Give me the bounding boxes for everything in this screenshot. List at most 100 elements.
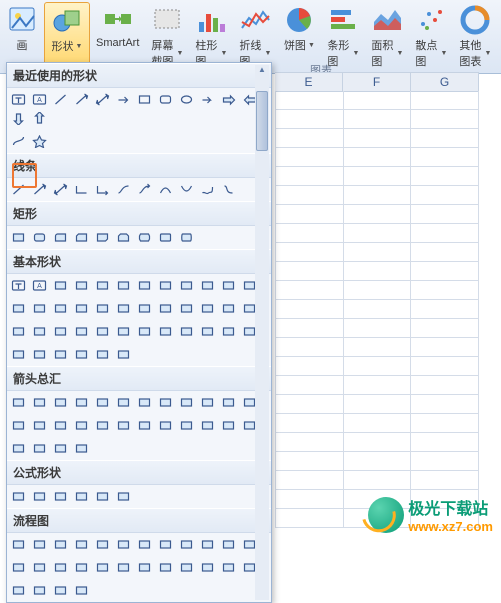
shape-cho[interactable]	[72, 300, 91, 317]
shape-c3[interactable]	[51, 440, 70, 457]
shape-rc[interactable]	[135, 91, 154, 108]
shape-r5[interactable]	[93, 229, 112, 246]
shape-g4[interactable]	[72, 559, 91, 576]
scroll-thumb[interactable]	[256, 91, 268, 151]
shape-cv2[interactable]	[135, 181, 154, 198]
shape-r8[interactable]	[156, 229, 175, 246]
shape-a5[interactable]	[93, 394, 112, 411]
shape-st[interactable]	[30, 133, 49, 150]
shape-g8[interactable]	[156, 559, 175, 576]
shape-l2[interactable]	[30, 181, 49, 198]
shape-tri[interactable]	[51, 277, 70, 294]
shape-h2[interactable]	[30, 582, 49, 599]
shape-br3[interactable]	[51, 346, 70, 363]
ribbon-bar-button[interactable]: 条形图▼	[321, 2, 365, 71]
shape-b3[interactable]	[51, 417, 70, 434]
shape-tB[interactable]: A	[30, 277, 49, 294]
shape-tA[interactable]	[9, 91, 28, 108]
shape-l1[interactable]	[9, 181, 28, 198]
shape-pl[interactable]	[9, 488, 28, 505]
ribbon-screenshot-button[interactable]: 屏幕截图▼	[145, 2, 189, 71]
shape-ov[interactable]	[177, 91, 196, 108]
shape-h4[interactable]	[72, 582, 91, 599]
shape-r2[interactable]	[30, 229, 49, 246]
shape-hx[interactable]	[156, 277, 175, 294]
shape-l3[interactable]	[93, 91, 112, 108]
shape-cl[interactable]	[177, 323, 196, 340]
shape-cd[interactable]	[93, 300, 112, 317]
shape-mi[interactable]	[30, 488, 49, 505]
ribbon-pic-button[interactable]: 画	[0, 2, 44, 71]
shape-cn2[interactable]	[177, 181, 196, 198]
shape-a2[interactable]	[30, 394, 49, 411]
shape-r1[interactable]	[9, 229, 28, 246]
shape-b2[interactable]	[30, 417, 49, 434]
shape-r6[interactable]	[114, 229, 133, 246]
shape-bb1[interactable]	[93, 346, 112, 363]
shape-g10[interactable]	[198, 559, 217, 576]
shape-ra[interactable]	[219, 91, 238, 108]
shape-tB[interactable]: A	[30, 91, 49, 108]
shape-lb[interactable]	[156, 300, 175, 317]
ribbon-more-button[interactable]: 折	[497, 2, 501, 71]
shape-el1[interactable]	[72, 181, 91, 198]
shape-a8[interactable]	[156, 394, 175, 411]
shape-c1[interactable]	[9, 440, 28, 457]
shape-n12[interactable]	[30, 300, 49, 317]
shape-pri[interactable]	[219, 300, 238, 317]
shape-r3[interactable]	[51, 229, 70, 246]
shape-a7[interactable]	[135, 394, 154, 411]
shape-eq[interactable]	[93, 488, 112, 505]
shape-frm[interactable]	[114, 300, 133, 317]
shape-a3[interactable]	[51, 394, 70, 411]
shape-n10[interactable]	[9, 300, 28, 317]
ribbon-pie-button[interactable]: 饼图▼	[277, 2, 321, 71]
col-header-G[interactable]: G	[411, 72, 479, 92]
ribbon-col-button[interactable]: 柱形图▼	[189, 2, 233, 71]
shape-f7[interactable]	[135, 536, 154, 553]
shape-par[interactable]	[72, 277, 91, 294]
shape-da[interactable]	[9, 110, 28, 127]
shape-a10[interactable]	[198, 394, 217, 411]
shape-b6[interactable]	[114, 417, 133, 434]
shape-el2[interactable]	[93, 181, 112, 198]
ribbon-line-button[interactable]: 折线图▼	[233, 2, 277, 71]
shape-f4[interactable]	[72, 536, 91, 553]
shape-br4[interactable]	[72, 346, 91, 363]
shape-mn[interactable]	[156, 323, 175, 340]
worksheet-rows[interactable]	[275, 91, 479, 528]
shape-b9[interactable]	[177, 417, 196, 434]
shape-c2[interactable]	[30, 440, 49, 457]
shape-a4[interactable]	[72, 394, 91, 411]
shape-ar[interactable]	[114, 91, 133, 108]
shape-ne[interactable]	[114, 488, 133, 505]
ribbon-shapes-button[interactable]: 形状▼	[44, 2, 90, 71]
shape-fp[interactable]	[51, 323, 70, 340]
shape-sc[interactable]	[219, 181, 238, 198]
shape-bv[interactable]	[30, 323, 49, 340]
shape-f6[interactable]	[114, 536, 133, 553]
shape-a9[interactable]	[177, 394, 196, 411]
shape-h3[interactable]	[51, 582, 70, 599]
shape-r9[interactable]	[177, 229, 196, 246]
shape-b10[interactable]	[198, 417, 217, 434]
shape-f10[interactable]	[198, 536, 217, 553]
shape-l3[interactable]	[51, 181, 70, 198]
shape-cv1[interactable]	[114, 181, 133, 198]
shape-cyl[interactable]	[198, 300, 217, 317]
shape-r4[interactable]	[72, 229, 91, 246]
shape-l1[interactable]	[51, 91, 70, 108]
shape-b8[interactable]	[156, 417, 175, 434]
shape-ar2[interactable]	[198, 323, 217, 340]
shape-f11[interactable]	[219, 536, 238, 553]
shape-f3[interactable]	[51, 536, 70, 553]
shape-hr[interactable]	[93, 323, 112, 340]
shape-br1[interactable]	[9, 346, 28, 363]
shape-oc[interactable]	[135, 277, 154, 294]
shape-b4[interactable]	[72, 417, 91, 434]
shape-cube[interactable]	[177, 300, 196, 317]
shape-f5[interactable]	[93, 536, 112, 553]
shape-hp[interactable]	[177, 277, 196, 294]
shape-ua[interactable]	[30, 110, 49, 127]
shape-g11[interactable]	[219, 559, 238, 576]
